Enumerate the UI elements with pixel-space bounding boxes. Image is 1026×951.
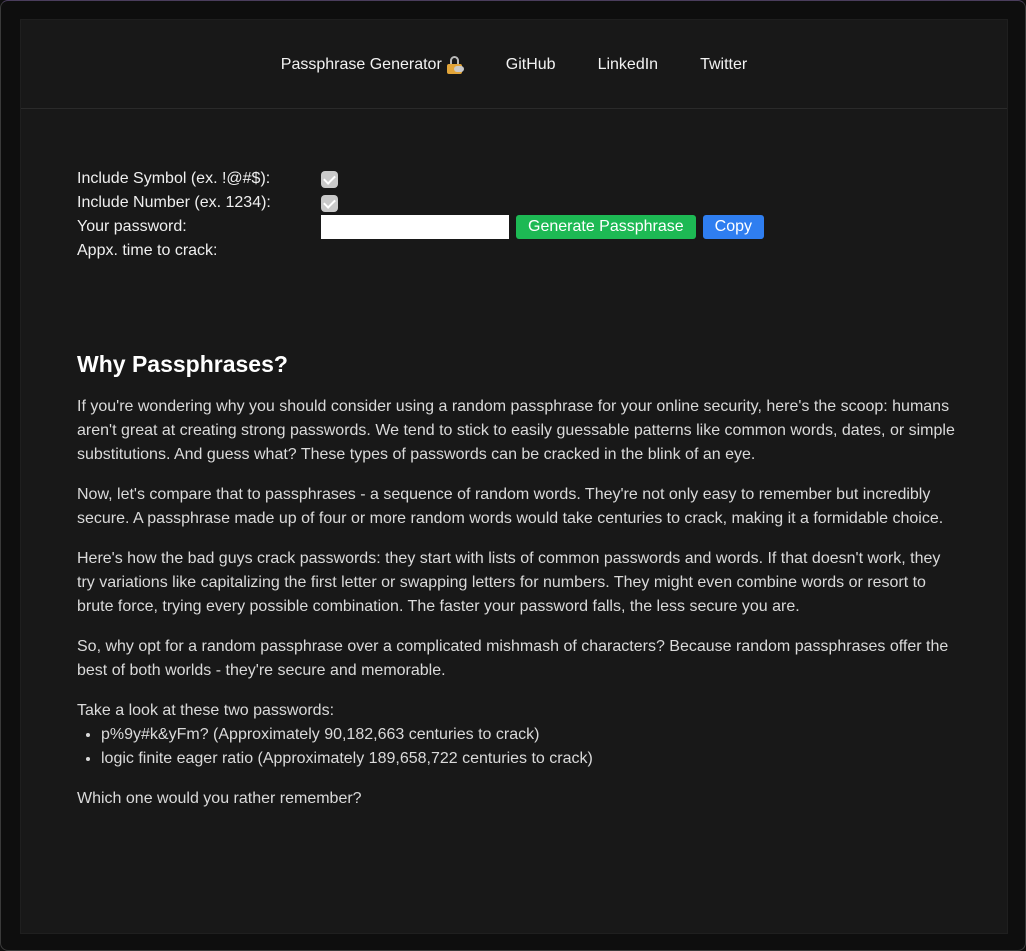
include-number-row: Include Number (ex. 1234):	[77, 191, 957, 215]
password-field[interactable]	[321, 215, 509, 239]
nav-link-label: Passphrase Generator	[280, 55, 442, 73]
include-number-label: Include Number (ex. 1234):	[77, 194, 271, 211]
include-symbol-checkbox[interactable]	[321, 170, 338, 188]
password-label: Your password:	[77, 218, 187, 235]
generate-passphrase-button[interactable]: Generate Passphrase	[516, 215, 696, 239]
password-row: Your password: Generate Passphrase Copy	[77, 215, 957, 239]
nav-link-github[interactable]: GitHub	[506, 56, 556, 74]
nav-link-passphrase-generator[interactable]: Passphrase Generator	[280, 55, 464, 74]
include-symbol-row: Include Symbol (ex. !@#$):	[77, 167, 957, 191]
compare-intro: Take a look at these two passwords:	[77, 702, 335, 719]
top-nav: Passphrase Generator GitHub LinkedIn Twi…	[21, 20, 1007, 109]
paragraph-passphrases: Now, let's compare that to passphrases -…	[77, 486, 944, 527]
browser-window: Passphrase Generator GitHub LinkedIn Twi…	[0, 0, 1026, 951]
nav-link-twitter[interactable]: Twitter	[700, 56, 747, 74]
example-list: p%9y#k&yFm? (Approximately 90,182,663 ce…	[77, 723, 957, 771]
paragraph-intro: If you're wondering why you should consi…	[77, 398, 955, 463]
include-symbol-label: Include Symbol (ex. !@#$):	[77, 170, 271, 187]
main-content: Include Symbol (ex. !@#$): Include Numbe…	[77, 167, 957, 827]
paragraph-cracking: Here's how the bad guys crack passwords:…	[77, 550, 941, 615]
section-heading: Why Passphrases?	[77, 351, 288, 377]
crack-time-row: Appx. time to crack:	[77, 239, 957, 263]
paragraph-why-opt: So, why opt for a random passphrase over…	[77, 638, 949, 679]
copy-button[interactable]: Copy	[702, 215, 765, 239]
page: Passphrase Generator GitHub LinkedIn Twi…	[20, 19, 1008, 934]
include-number-checkbox[interactable]	[321, 194, 338, 212]
crack-time-label: Appx. time to crack:	[77, 242, 218, 259]
list-item: logic finite eager ratio (Approximately …	[101, 747, 957, 771]
list-item: p%9y#k&yFm? (Approximately 90,182,663 ce…	[101, 723, 957, 747]
nav-link-linkedin[interactable]: LinkedIn	[598, 56, 659, 74]
closing-question: Which one would you rather remember?	[77, 790, 362, 807]
lock-with-key-icon	[446, 55, 464, 74]
